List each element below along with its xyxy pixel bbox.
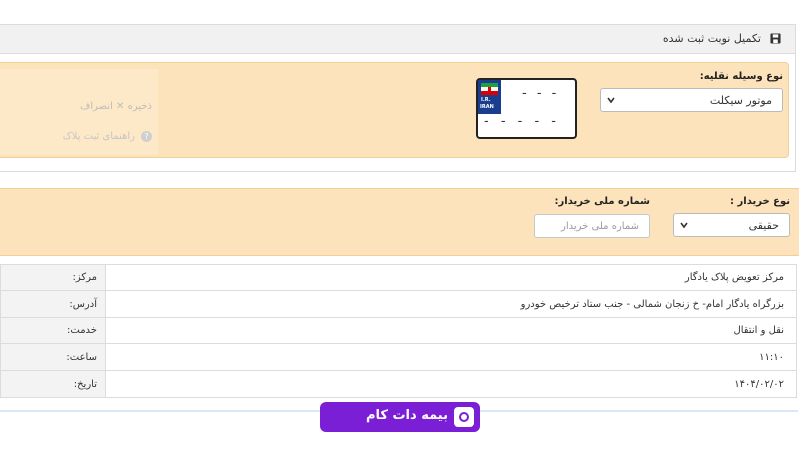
info-value-date: ۱۴۰۴/۰۲/۰۲ xyxy=(105,370,797,398)
plate-country-strip: I.R. IRAN xyxy=(478,80,501,114)
panel-header: تکمیل نوبت ثبت شده xyxy=(0,24,796,54)
info-key-date: تاریخ: xyxy=(0,370,106,398)
buyer-type-value: حقیقی xyxy=(748,219,779,232)
iran-flag-icon xyxy=(488,87,491,91)
plate-country-line1: I.R. xyxy=(481,97,491,103)
buyer-type-label: نوع خریدار : xyxy=(730,196,790,207)
buyer-national-id-input[interactable]: شماره ملی خریدار xyxy=(534,214,650,238)
brand-watermark-text: بیمه دات کام xyxy=(366,408,448,423)
license-plate[interactable]: I.R. IRAN - - - - - - - - xyxy=(476,78,577,139)
info-key-time: ساعت: xyxy=(0,343,106,371)
plate-actions-overlay: ذخیره ✕ انصراف راهنمای ثبت پلاک? xyxy=(0,69,158,155)
info-key-center: مرکز: xyxy=(0,264,106,291)
table-row: ساعت: ۱۱:۱۰ xyxy=(0,343,797,371)
info-value-center: مرکز تعویض پلاک یادگار xyxy=(105,264,797,291)
plate-country-line2: IRAN xyxy=(480,104,494,110)
buyer-national-id-placeholder: شماره ملی خریدار xyxy=(561,221,639,232)
vehicle-type-value: موتور سیکلت xyxy=(709,94,772,107)
table-row: تاریخ: ۱۴۰۴/۰۲/۰۲ xyxy=(0,370,797,398)
table-row: مرکز: مرکز تعویض پلاک یادگار xyxy=(0,264,797,291)
help-icon: ? xyxy=(141,131,152,142)
buyer-national-id-label: شماره ملی خریدار: xyxy=(554,196,650,207)
info-value-address: بزرگراه یادگار امام- خ زنجان شمالی - جنب… xyxy=(105,290,797,318)
info-value-service: نقل و انتقال xyxy=(105,317,797,344)
plate-bottom-digits: - - - - - xyxy=(484,114,560,129)
chevron-down-icon xyxy=(680,222,688,229)
plate-top-digits: - - - xyxy=(522,86,560,101)
chevron-down-icon xyxy=(607,97,615,104)
panel-title: تکمیل نوبت ثبت شده xyxy=(662,32,761,45)
info-key-address: آدرس: xyxy=(0,290,106,318)
brand-watermark: بیمه دات کام xyxy=(320,402,480,432)
table-row: خدمت: نقل و انتقال xyxy=(0,317,797,344)
vehicle-type-label: نوع وسیله نقلیه: xyxy=(699,71,783,82)
table-row: آدرس: بزرگراه یادگار امام- خ زنجان شمالی… xyxy=(0,290,797,318)
plate-help-faded: راهنمای ثبت پلاک? xyxy=(63,131,152,142)
save-icon xyxy=(770,33,781,44)
plate-actions-faded: ذخیره ✕ انصراف xyxy=(79,101,152,112)
info-key-service: خدمت: xyxy=(0,317,106,344)
info-value-time: ۱۱:۱۰ xyxy=(105,343,797,371)
brand-logo-icon xyxy=(454,407,474,427)
appointment-info-table: مرکز: مرکز تعویض پلاک یادگار آدرس: بزرگر… xyxy=(0,264,797,398)
buyer-type-select[interactable]: حقیقی xyxy=(673,213,790,237)
vehicle-type-select[interactable]: موتور سیکلت xyxy=(600,88,783,112)
